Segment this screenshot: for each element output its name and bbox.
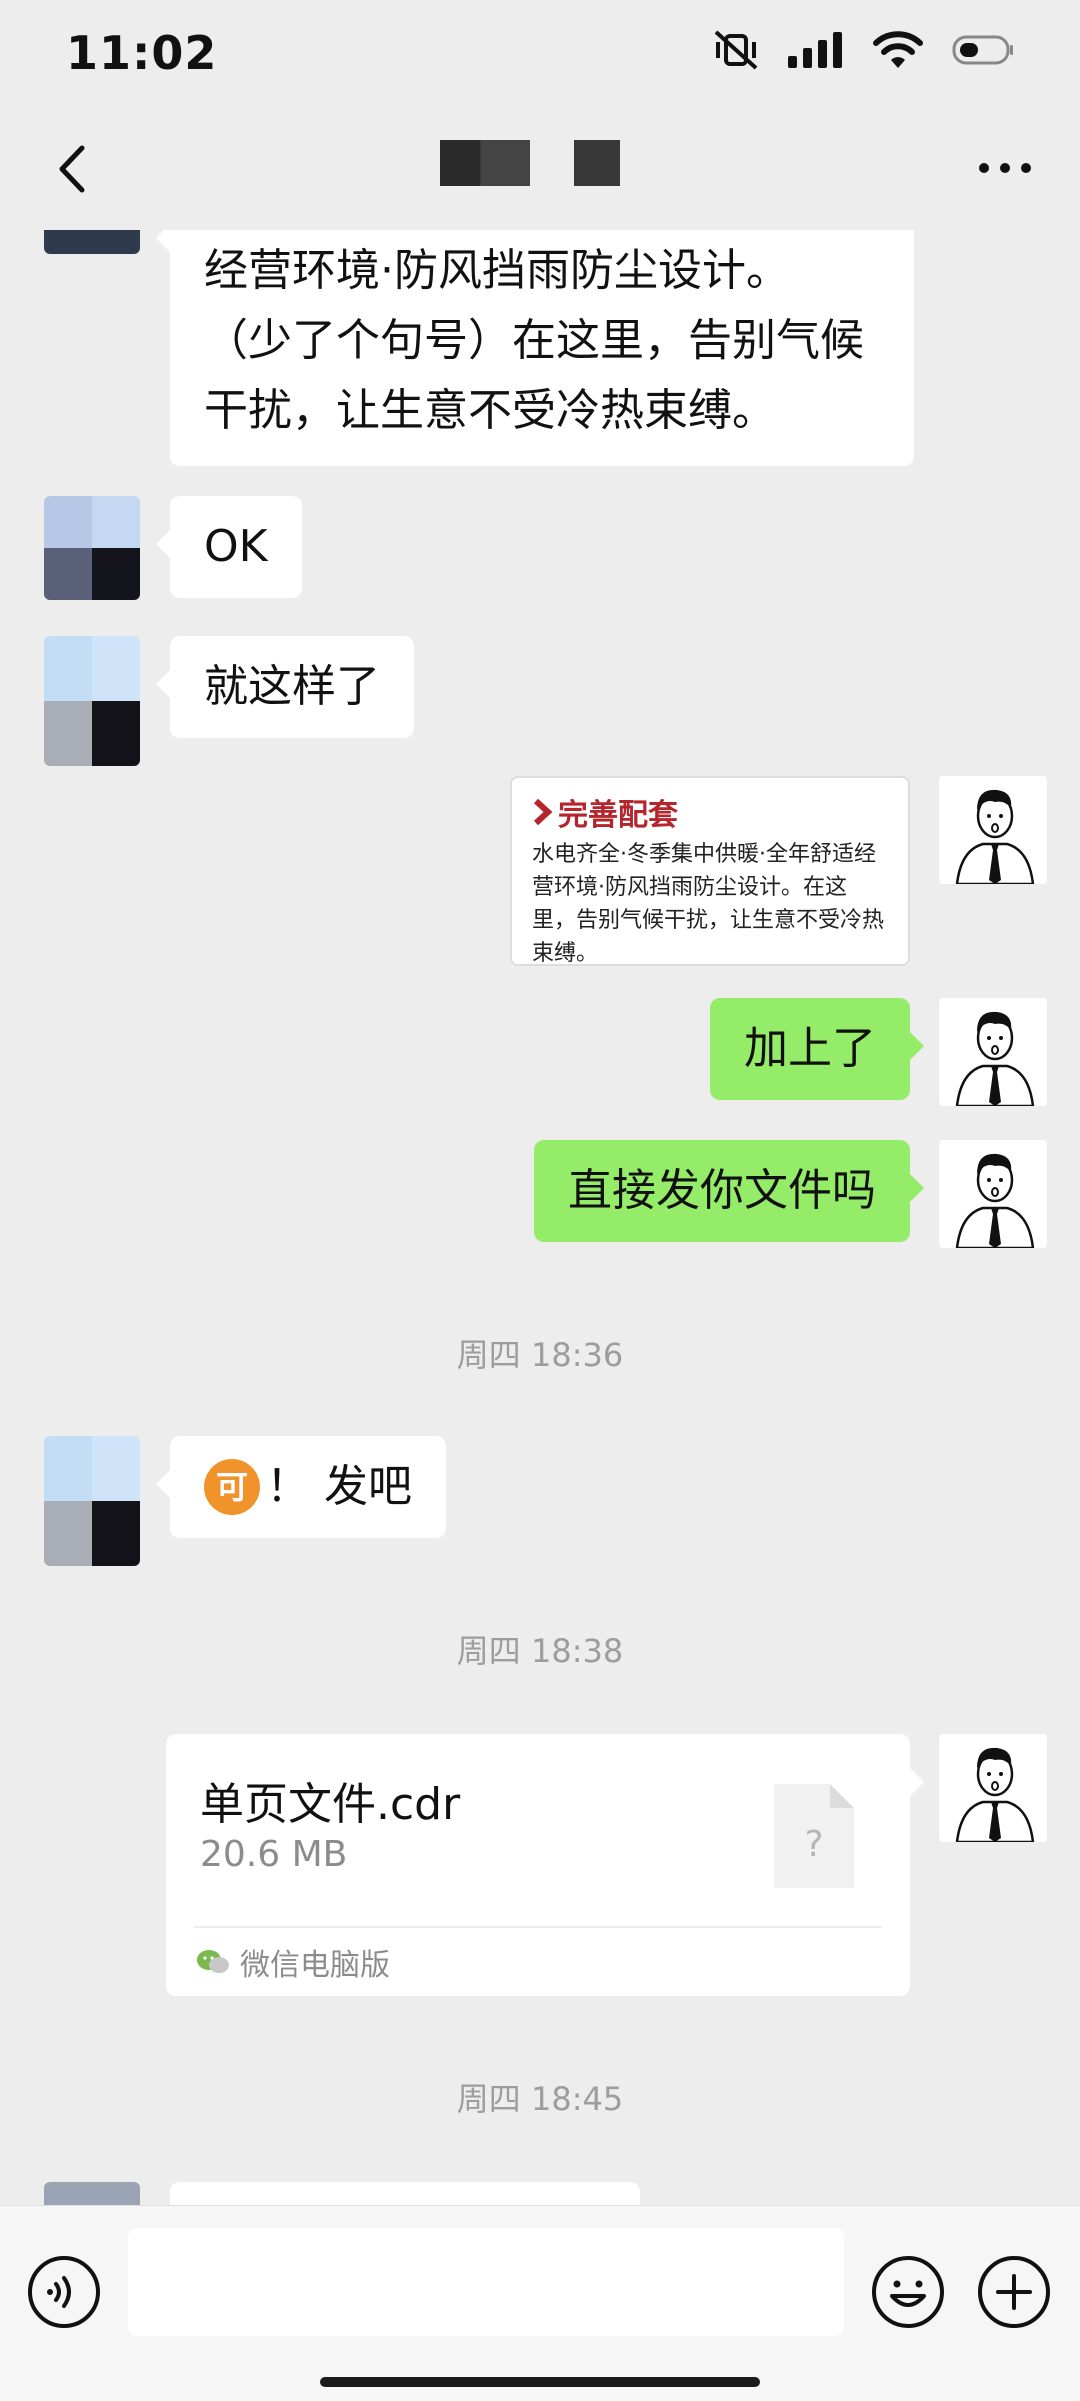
mute-vibrate-icon: [714, 30, 758, 70]
avatar[interactable]: [44, 2182, 140, 2205]
more-dots-icon[interactable]: [970, 138, 1040, 198]
image-card-body: 水电齐全·冬季集中供暖·全年舒适经营环境·防风挡雨防尘设计。在这里，告别气候干扰…: [532, 842, 885, 966]
message-line: 干扰，让生意不受冷热束缚。: [204, 385, 776, 436]
ok-emoji-icon: 可: [204, 1459, 260, 1515]
my-avatar[interactable]: [939, 776, 1047, 884]
my-avatar[interactable]: [939, 998, 1047, 1106]
timestamp: 周四 18:38: [456, 1632, 624, 1670]
message-bubble[interactable]: 经营环境·防风挡雨防尘设计。 （少了个句号）在这里，告别气候 干扰，让生意不受冷…: [156, 230, 914, 466]
arrow-right-icon: [533, 798, 553, 826]
message-bubble[interactable]: 加上了: [710, 998, 924, 1100]
image-message[interactable]: 完善配套 水电齐全·冬季集中供暖·全年舒适经营环境·防风挡雨防尘设计。在这里，告…: [510, 776, 910, 966]
timestamp: 周四 18:36: [456, 1336, 624, 1374]
file-source: 微信电脑版: [196, 1940, 390, 1984]
battery-icon: [952, 35, 1013, 65]
nav-bar: [0, 110, 1080, 230]
avatar[interactable]: [44, 636, 140, 766]
cartoon-man-avatar: [955, 1011, 1035, 1106]
avatar[interactable]: [44, 230, 140, 254]
cartoon-man-avatar: [955, 1153, 1035, 1248]
avatar[interactable]: [44, 496, 140, 600]
title-blur-block: [574, 140, 620, 186]
signal-icon: [788, 32, 842, 68]
file-name: 单页文件.cdr: [200, 1779, 461, 1830]
divider: [194, 1926, 882, 1928]
emoji-icon[interactable]: [870, 2254, 946, 2330]
message-line: （少了个句号）在这里，告别气候: [204, 315, 864, 366]
wechat-icon: [197, 1950, 229, 1973]
cartoon-man-avatar: [955, 789, 1035, 884]
message-text: ！ 发吧: [266, 1461, 412, 1512]
file-source-text: 微信电脑版: [240, 1948, 390, 1983]
input-bar: [0, 2205, 1080, 2401]
image-card-title: 完善配套: [532, 790, 888, 834]
chat-messages[interactable]: 经营环境·防风挡雨防尘设计。 （少了个句号）在这里，告别气候 干扰，让生意不受冷…: [0, 230, 1080, 2205]
status-time: 11:02: [66, 26, 218, 80]
file-message[interactable]: 单页文件.cdr 20.6 MB ? 微信电脑版: [166, 1734, 924, 1996]
status-icons: [712, 30, 1014, 70]
message-input[interactable]: [128, 2228, 844, 2336]
message-bubble[interactable]: [170, 2182, 640, 2205]
voice-icon[interactable]: [26, 2254, 102, 2330]
file-size: 20.6 MB: [200, 1834, 348, 1875]
message-bubble[interactable]: 可 ！ 发吧: [156, 1436, 446, 1538]
message-bubble[interactable]: 就这样了: [156, 636, 414, 738]
file-icon-glyph: ?: [804, 1824, 823, 1865]
image-card-title-text: 完善配套: [558, 798, 678, 833]
avatar[interactable]: [44, 1436, 140, 1566]
timestamp: 周四 18:45: [456, 2080, 624, 2118]
my-avatar[interactable]: [939, 1140, 1047, 1248]
message-bubble[interactable]: OK: [156, 496, 302, 598]
status-bar: 11:02: [0, 0, 1080, 110]
wifi-icon: [873, 31, 923, 68]
title-blur-block: [440, 140, 530, 186]
chat-title-obscured: [440, 140, 620, 186]
message-line: 经营环境·防风挡雨防尘设计。: [204, 245, 790, 296]
plus-icon[interactable]: [976, 2254, 1052, 2330]
cartoon-man-avatar: [955, 1747, 1035, 1842]
my-avatar[interactable]: [939, 1734, 1047, 1842]
message-bubble[interactable]: 直接发你文件吗: [534, 1140, 924, 1242]
chevron-left-icon[interactable]: [40, 134, 110, 204]
home-indicator[interactable]: [320, 2377, 760, 2387]
unknown-file-icon: ?: [774, 1784, 854, 1888]
